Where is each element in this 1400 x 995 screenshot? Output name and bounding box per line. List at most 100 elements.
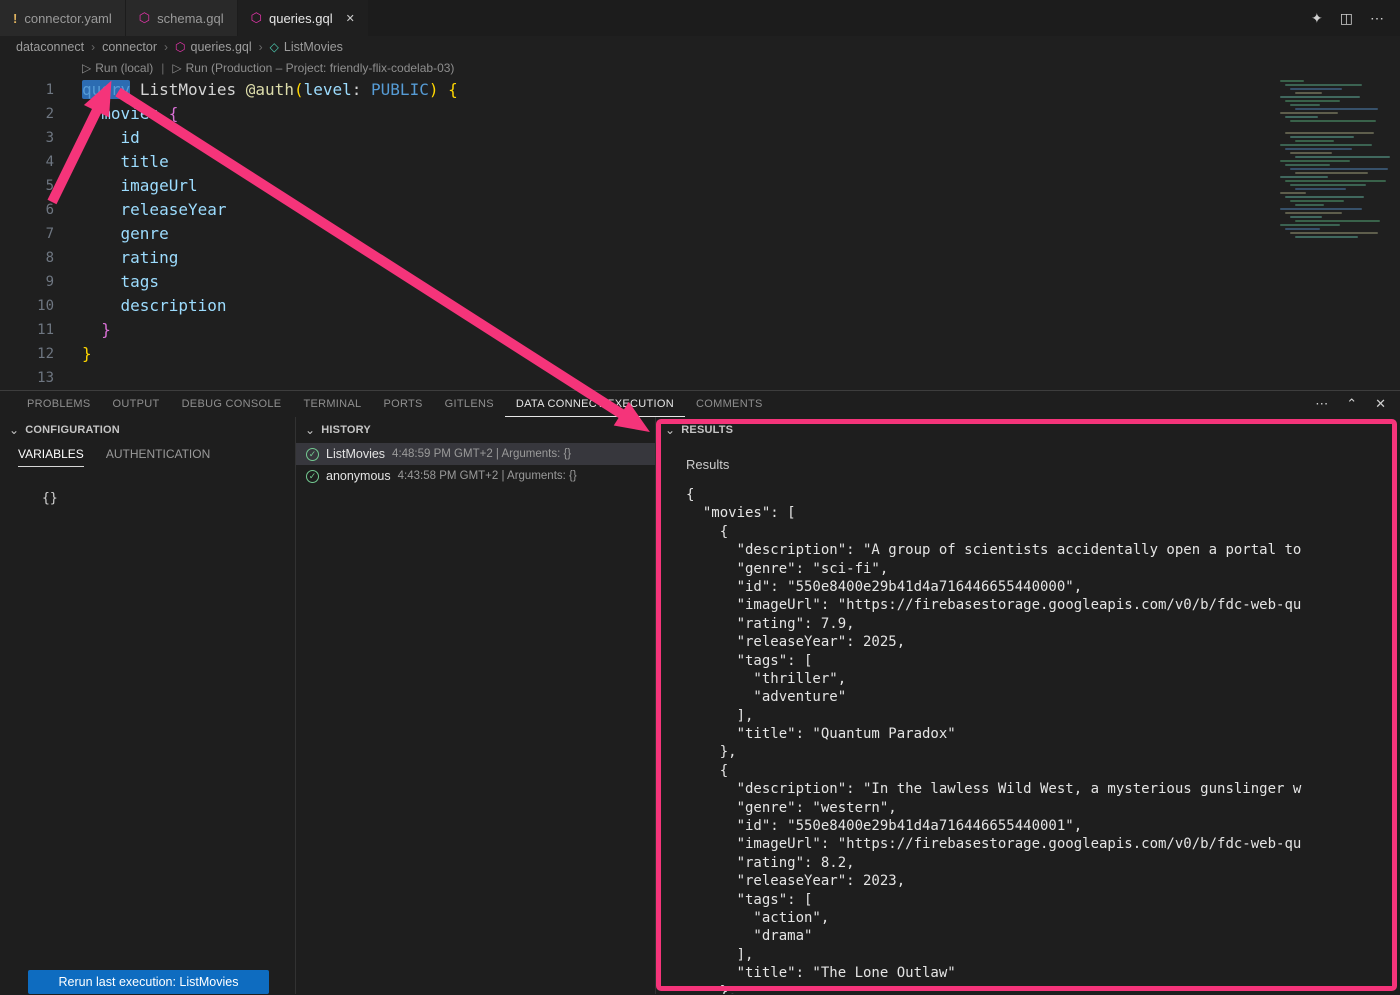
breadcrumb-item-ListMovies[interactable]: ◇ListMovies bbox=[270, 40, 343, 54]
code-text[interactable]: title bbox=[54, 150, 169, 174]
panel-more-icon[interactable]: ⋯ bbox=[1315, 396, 1328, 412]
code-line: 5 imageUrl bbox=[0, 174, 1400, 198]
minimap[interactable] bbox=[1280, 80, 1392, 240]
minimap-line bbox=[1280, 224, 1340, 226]
panel-tab-ports[interactable]: PORTS bbox=[372, 391, 433, 417]
sparkle-icon[interactable]: ✦ bbox=[1311, 10, 1323, 27]
json-line: "id": "550e8400e29b41d4a716446655440001"… bbox=[686, 817, 1400, 835]
panel-tab-bar: PROBLEMSOUTPUTDEBUG CONSOLETERMINALPORTS… bbox=[0, 391, 1400, 417]
panel-tab-terminal[interactable]: TERMINAL bbox=[292, 391, 372, 417]
json-line: "drama" bbox=[686, 927, 1400, 945]
code-token bbox=[82, 128, 121, 147]
json-line: "title": "Quantum Paradox" bbox=[686, 725, 1400, 743]
panel-actions: ⋯ ⌃ ✕ bbox=[1315, 396, 1400, 412]
json-line: "description": "In the lawless Wild West… bbox=[686, 780, 1400, 798]
check-circle-icon: ✓ bbox=[306, 448, 319, 461]
code-text[interactable]: query ListMovies @auth(level: PUBLIC) { bbox=[54, 78, 458, 102]
more-actions-icon[interactable]: ⋯ bbox=[1370, 10, 1384, 27]
minimap-line bbox=[1280, 80, 1304, 82]
minimap-line bbox=[1295, 108, 1378, 110]
code-text[interactable]: imageUrl bbox=[54, 174, 198, 198]
code-token: rating bbox=[121, 248, 179, 267]
run-production-link[interactable]: ▷ Run (Production – Project: friendly-fl… bbox=[172, 61, 454, 75]
json-line: ], bbox=[686, 707, 1400, 725]
panel-tab-output[interactable]: OUTPUT bbox=[102, 391, 171, 417]
json-line: { bbox=[686, 762, 1400, 780]
code-token bbox=[82, 176, 121, 195]
warning-file-icon: ! bbox=[13, 11, 17, 26]
code-text[interactable]: rating bbox=[54, 246, 178, 270]
code-text[interactable]: id bbox=[54, 126, 140, 150]
minimap-line bbox=[1290, 184, 1366, 186]
code-line: 13 bbox=[0, 366, 1400, 390]
run-local-link[interactable]: ▷ Run (local) bbox=[82, 61, 153, 75]
history-entry[interactable]: ✓anonymous4:43:58 PM GMT+2 | Arguments: … bbox=[296, 465, 655, 487]
json-line: "thriller", bbox=[686, 670, 1400, 688]
code-text[interactable] bbox=[54, 366, 82, 390]
symbol-icon: ◇ bbox=[270, 40, 279, 54]
code-token bbox=[159, 104, 169, 123]
code-line: 3 id bbox=[0, 126, 1400, 150]
variables-value[interactable]: {} bbox=[42, 491, 295, 506]
editor-tab-connector.yaml[interactable]: !connector.yaml bbox=[0, 0, 126, 36]
line-number: 3 bbox=[0, 126, 54, 150]
configuration-header[interactable]: ⌄ CONFIGURATION bbox=[0, 417, 295, 443]
history-header[interactable]: ⌄ HISTORY bbox=[296, 417, 655, 443]
panel-close-icon[interactable]: ✕ bbox=[1375, 396, 1386, 412]
results-json[interactable]: { "movies": [ { "description": "A group … bbox=[656, 486, 1400, 994]
code-text[interactable]: releaseYear bbox=[54, 198, 227, 222]
panel-tab-data-connect-execution[interactable]: DATA CONNECT EXECUTION bbox=[505, 391, 685, 417]
json-line: "tags": [ bbox=[686, 891, 1400, 909]
close-tab-icon[interactable]: ✕ bbox=[346, 12, 355, 25]
code-text[interactable]: description bbox=[54, 294, 227, 318]
json-line: "rating": 8.2, bbox=[686, 854, 1400, 872]
minimap-line bbox=[1295, 156, 1390, 158]
breadcrumb-label: queries.gql bbox=[191, 40, 252, 54]
code-text[interactable]: tags bbox=[54, 270, 159, 294]
breadcrumb-item-connector[interactable]: connector bbox=[102, 40, 157, 54]
code-token: { bbox=[169, 104, 179, 123]
breadcrumb-item-dataconnect[interactable]: dataconnect bbox=[16, 40, 84, 54]
minimap-line bbox=[1285, 84, 1362, 86]
history-entry-meta: 4:43:58 PM GMT+2 | Arguments: {} bbox=[398, 470, 577, 482]
run-local-label: Run (local) bbox=[95, 61, 153, 75]
panel-tab-gitlens[interactable]: GITLENS bbox=[434, 391, 505, 417]
code-area[interactable]: 1query ListMovies @auth(level: PUBLIC) {… bbox=[0, 78, 1400, 390]
tab-authentication[interactable]: AUTHENTICATION bbox=[106, 447, 210, 467]
code-token bbox=[82, 152, 121, 171]
breadcrumb-item-queries.gql[interactable]: ⬡queries.gql bbox=[175, 40, 252, 54]
tab-variables[interactable]: VARIABLES bbox=[18, 447, 84, 467]
code-token bbox=[130, 80, 140, 99]
line-number: 2 bbox=[0, 102, 54, 126]
panel-tab-debug-console[interactable]: DEBUG CONSOLE bbox=[171, 391, 293, 417]
editor-tab-queries.gql[interactable]: ⬡queries.gql✕ bbox=[238, 0, 369, 36]
json-line: { bbox=[686, 523, 1400, 541]
panel-tab-comments[interactable]: COMMENTS bbox=[685, 391, 774, 417]
panel-tab-problems[interactable]: PROBLEMS bbox=[16, 391, 102, 417]
minimap-line bbox=[1290, 168, 1388, 170]
minimap-line bbox=[1285, 180, 1386, 182]
code-text[interactable]: movies { bbox=[54, 102, 178, 126]
play-icon: ▷ bbox=[172, 61, 181, 75]
results-header[interactable]: ⌄ RESULTS bbox=[656, 417, 1400, 443]
code-text[interactable]: } bbox=[54, 318, 111, 342]
rerun-button[interactable]: Rerun last execution: ListMovies bbox=[28, 970, 269, 994]
json-line: "releaseYear": 2023, bbox=[686, 872, 1400, 890]
code-token: tags bbox=[121, 272, 160, 291]
minimap-line bbox=[1290, 120, 1376, 122]
editor-tab-schema.gql[interactable]: ⬡schema.gql bbox=[126, 0, 238, 36]
code-text[interactable]: genre bbox=[54, 222, 169, 246]
line-number: 11 bbox=[0, 318, 54, 342]
json-line: "releaseYear": 2025, bbox=[686, 633, 1400, 651]
code-text[interactable]: } bbox=[54, 342, 92, 366]
code-line: 6 releaseYear bbox=[0, 198, 1400, 222]
panel-collapse-icon[interactable]: ⌃ bbox=[1346, 396, 1357, 412]
chevron-down-icon: ⌄ bbox=[9, 423, 19, 437]
panel-body: ⌄ CONFIGURATION VARIABLES AUTHENTICATION… bbox=[0, 417, 1400, 994]
code-token: } bbox=[82, 344, 92, 363]
code-line: 4 title bbox=[0, 150, 1400, 174]
json-line: }, bbox=[686, 983, 1400, 994]
history-entry[interactable]: ✓ListMovies4:48:59 PM GMT+2 | Arguments:… bbox=[296, 443, 655, 465]
split-editor-icon[interactable]: ◫ bbox=[1340, 10, 1353, 27]
code-token: level bbox=[304, 80, 352, 99]
